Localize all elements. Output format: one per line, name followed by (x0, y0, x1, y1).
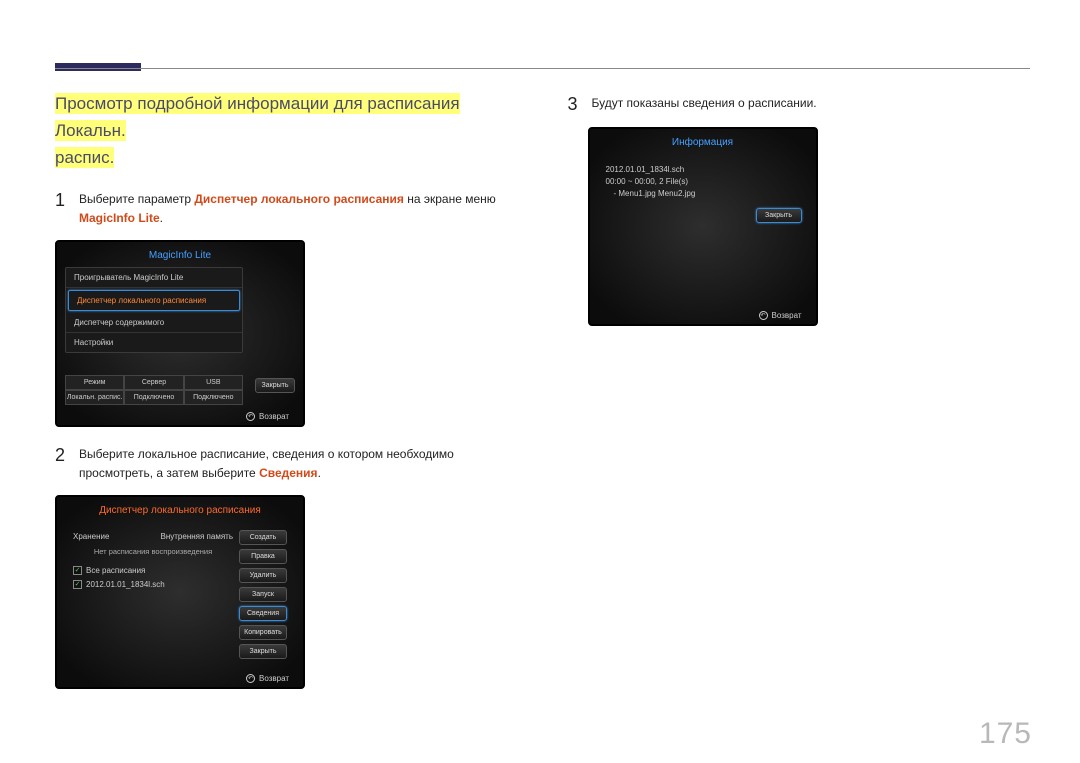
panel3-line2: 00:00 ~ 00:00, 2 File(s) (606, 176, 748, 188)
step-1-highlight: Диспетчер локального расписания (194, 192, 404, 206)
panel2-storage-label: Хранение (73, 532, 109, 541)
return-icon: ↶ (246, 412, 255, 421)
panel3-close-button[interactable]: Закрыть (756, 208, 802, 223)
panel2-return-label[interactable]: Возврат (259, 674, 289, 683)
panel2-item-label: 2012.01.01_1834l.sch (86, 580, 165, 589)
step-3: 3 Будут показаны сведения о расписании. (568, 94, 1031, 115)
panel2-create-button[interactable]: Создать (239, 530, 287, 545)
step-1-post: . (160, 211, 163, 225)
panel1-menu: Проигрыватель MagicInfo Lite Диспетчер л… (65, 267, 243, 353)
panel2-edit-button[interactable]: Правка (239, 549, 287, 564)
panel2-storage-value: Внутренняя память (161, 532, 233, 541)
step-3-number: 3 (568, 94, 592, 115)
status-value-mode: Локальн. распис. (65, 390, 124, 405)
status-header-mode: Режим (65, 375, 124, 390)
panel3-line1: 2012.01.01_1834l.sch (606, 164, 748, 176)
step-2-text: Выберите локальное расписание, сведения … (79, 445, 518, 483)
panel1-return-label[interactable]: Возврат (259, 412, 289, 421)
page-content: Просмотр подробной информации для распис… (55, 90, 1030, 723)
panel3-return-label[interactable]: Возврат (772, 311, 802, 320)
panel2-run-button[interactable]: Запуск (239, 587, 287, 602)
panel2-storage-row: Хранение Внутренняя память (73, 530, 233, 543)
section-title-line2: распис. (55, 147, 114, 168)
panel3-title: Информация (598, 137, 808, 148)
panel2-empty-note: Нет расписания воспроизведения (73, 547, 233, 556)
checkbox-icon[interactable]: ✓ (73, 580, 82, 589)
step-1-text: Выберите параметр Диспетчер локального р… (79, 190, 496, 228)
panel3-info-text: 2012.01.01_1834l.sch 00:00 ~ 00:00, 2 Fi… (604, 160, 750, 294)
panel2-info-button[interactable]: Сведения (239, 606, 287, 621)
panel1-status-table: Режим Сервер USB Локальн. распис. Подклю… (65, 375, 243, 405)
status-value-usb: Подключено (184, 390, 243, 405)
step-2: 2 Выберите локальное расписание, сведени… (55, 445, 518, 483)
panel2-all-label: Все расписания (86, 566, 145, 575)
step-2-post: . (318, 466, 321, 480)
panel2-title: Диспетчер локального расписания (65, 505, 295, 516)
panel1-close-button[interactable]: Закрыть (255, 378, 295, 393)
step-1-highlight2: MagicInfo Lite (79, 211, 160, 225)
screenshot-local-schedule-manager: Диспетчер локального расписания Хранение… (55, 495, 305, 689)
step-1-pre: Выберите параметр (79, 192, 194, 206)
step-1-number: 1 (55, 190, 79, 228)
panel2-schedule-item[interactable]: ✓ 2012.01.01_1834l.sch (73, 580, 233, 589)
screenshot-magicinfo-lite: MagicInfo Lite Проигрыватель MagicInfo L… (55, 240, 305, 427)
panel1-item-content-manager[interactable]: Диспетчер содержимого (66, 313, 242, 333)
panel2-footer: ↶ Возврат (65, 671, 295, 683)
right-column: 3 Будут показаны сведения о расписании. … (568, 90, 1031, 723)
screenshot-information: Информация 2012.01.01_1834l.sch 00:00 ~ … (588, 127, 818, 326)
panel2-close-button[interactable]: Закрыть (239, 644, 287, 659)
header-rule (55, 68, 1030, 69)
checkbox-icon[interactable]: ✓ (73, 566, 82, 575)
status-value-server: Подключено (124, 390, 183, 405)
panel3-line3: - Menu1.jpg Menu2.jpg (606, 188, 748, 200)
panel2-copy-button[interactable]: Копировать (239, 625, 287, 640)
panel1-title: MagicInfo Lite (65, 250, 295, 261)
status-header-server: Сервер (124, 375, 183, 390)
section-title-line1: Просмотр подробной информации для распис… (55, 93, 460, 141)
section-title-wrap: Просмотр подробной информации для распис… (55, 90, 518, 172)
panel1-item-player[interactable]: Проигрыватель MagicInfo Lite (66, 268, 242, 288)
panel2-delete-button[interactable]: Удалить (239, 568, 287, 583)
status-header-usb: USB (184, 375, 243, 390)
header-accent-bar (55, 63, 141, 71)
left-column: Просмотр подробной информации для распис… (55, 90, 518, 723)
step-2-highlight: Сведения (259, 466, 317, 480)
panel2-all-schedules[interactable]: ✓ Все расписания (73, 566, 233, 575)
return-icon: ↶ (246, 674, 255, 683)
page-number: 175 (979, 717, 1032, 751)
panel1-item-local-schedule-manager[interactable]: Диспетчер локального расписания (68, 290, 240, 311)
step-2-number: 2 (55, 445, 79, 483)
panel1-footer: ↶ Возврат (65, 409, 295, 421)
panel1-item-settings[interactable]: Настройки (66, 333, 242, 352)
step-1-mid: на экране меню (404, 192, 496, 206)
step-1: 1 Выберите параметр Диспетчер локального… (55, 190, 518, 228)
return-icon: ↶ (759, 311, 768, 320)
step-3-text: Будут показаны сведения о расписании. (592, 94, 817, 115)
panel3-footer: ↶ Возврат (598, 308, 808, 320)
